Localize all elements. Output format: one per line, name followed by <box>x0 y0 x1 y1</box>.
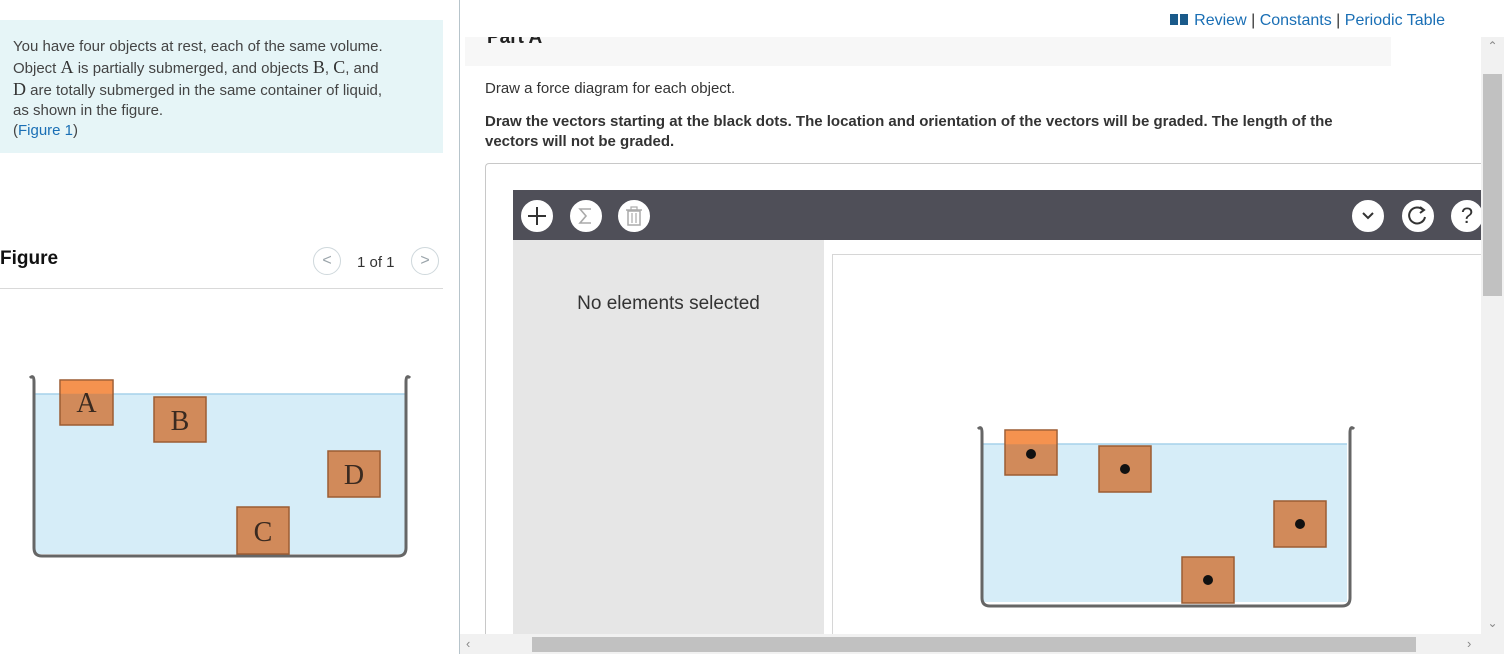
properties-panel: No elements selected <box>513 240 824 634</box>
canvas-container-diagram <box>976 426 1356 608</box>
vector-anchor-dot[interactable] <box>1026 449 1036 459</box>
reset-button[interactable] <box>1402 200 1434 232</box>
block-c-label: C <box>254 517 273 548</box>
problem-text: , <box>324 60 334 77</box>
sum-vectors-button[interactable] <box>570 200 602 232</box>
block-c: C <box>236 506 290 555</box>
block-b-label: B <box>171 406 190 437</box>
scroll-down-icon[interactable]: ⌄ <box>1481 616 1504 630</box>
problem-text: are totally submerged in the same contai… <box>26 82 383 99</box>
resource-links: Review | Constants | Periodic Table <box>1170 12 1445 30</box>
object-c-symbol: C <box>333 57 346 77</box>
dropdown-button[interactable] <box>1352 200 1384 232</box>
problem-text: , and <box>345 60 379 77</box>
link-separator: | <box>1246 12 1260 29</box>
figure-link[interactable]: Figure 1 <box>18 122 73 139</box>
vertical-scroll-thumb[interactable] <box>1483 74 1502 296</box>
reset-icon <box>1408 206 1426 225</box>
add-vector-button[interactable] <box>521 200 553 232</box>
block-a: A <box>59 379 114 426</box>
vector-anchor-dot[interactable] <box>1120 464 1130 474</box>
help-icon: ? <box>1460 203 1474 228</box>
instruction-text: Draw a force diagram for each object. <box>485 80 736 97</box>
left-pane: You have four objects at rest, each of t… <box>0 0 460 654</box>
figure-link-paren: ) <box>73 122 79 139</box>
link-separator: | <box>1331 12 1345 29</box>
book-icon <box>1170 14 1189 25</box>
block-d-label: D <box>344 460 364 491</box>
object-a-symbol: A <box>60 57 74 77</box>
prev-figure-button[interactable]: < <box>313 247 341 275</box>
review-link[interactable]: Review <box>1194 12 1246 29</box>
block-c <box>1181 556 1235 604</box>
vector-anchor-dot[interactable] <box>1203 575 1213 585</box>
object-d-symbol: D <box>13 79 26 99</box>
problem-statement: You have four objects at rest, each of t… <box>0 20 443 153</box>
object-b-symbol: B <box>312 57 325 77</box>
delete-button[interactable] <box>618 200 650 232</box>
figure-header: Figure < 1 of 1 > <box>0 242 443 289</box>
block-d: D <box>327 450 381 498</box>
constants-link[interactable]: Constants <box>1260 12 1332 29</box>
scroll-left-icon[interactable]: ‹ <box>466 636 470 651</box>
problem-text: Object <box>13 60 61 77</box>
scroll-right-icon[interactable]: › <box>1467 636 1471 651</box>
block-b: B <box>153 396 207 443</box>
horizontal-scroll-thumb[interactable] <box>532 637 1416 652</box>
grading-instruction: Draw the vectors starting at the black d… <box>485 113 1333 150</box>
help-button[interactable]: ? <box>1451 200 1483 232</box>
problem-line-1: You have four objects at rest, each of t… <box>13 38 383 55</box>
figure-container-diagram: A B C D <box>28 375 412 558</box>
block-a <box>1004 429 1058 476</box>
sigma-icon <box>578 208 591 224</box>
problem-text: is partially submerged, and objects <box>73 60 313 77</box>
drawing-toolbar: ? <box>513 190 1485 240</box>
plus-icon <box>528 207 546 225</box>
figure-pager: 1 of 1 <box>357 254 395 271</box>
block-b <box>1098 445 1152 493</box>
right-pane: Review | Constants | Periodic Table Part… <box>460 0 1504 654</box>
periodic-table-link[interactable]: Periodic Table <box>1345 12 1445 29</box>
horizontal-scrollbar[interactable]: ‹ › <box>460 634 1504 654</box>
problem-line-4: as shown in the figure. <box>13 102 164 119</box>
figure-title: Figure <box>0 248 59 269</box>
part-header: Part A <box>465 37 1391 66</box>
part-title: Part A <box>487 37 543 48</box>
scroll-up-icon[interactable]: ⌃ <box>1481 39 1504 53</box>
trash-icon <box>626 206 642 226</box>
vertical-scrollbar[interactable]: ⌃ ⌄ <box>1481 37 1504 634</box>
vector-anchor-dot[interactable] <box>1295 519 1305 529</box>
next-figure-button[interactable]: > <box>411 247 439 275</box>
block-d <box>1273 500 1327 548</box>
block-a-label: A <box>76 388 97 419</box>
no-selection-message: No elements selected <box>577 293 760 314</box>
chevron-down-icon <box>1362 212 1374 220</box>
